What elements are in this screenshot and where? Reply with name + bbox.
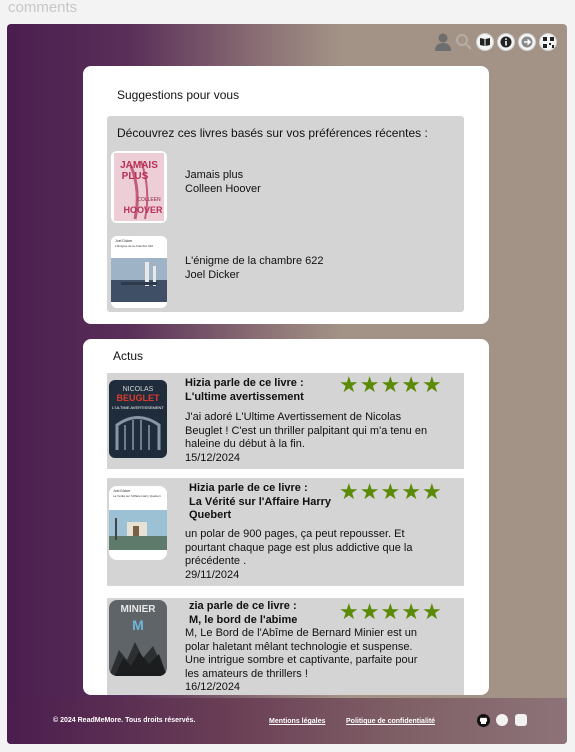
post-text-line: M, Le Bord de l'Abîme de Bernard Minier … [185,627,417,639]
cover-text: L'ULTIME AVERTISSEMENT [112,405,164,410]
star-icon: ★ [380,372,401,397]
cover-text: L'Énigme de la chambre 622 [115,243,153,248]
user-icon[interactable] [434,32,452,52]
star-icon: ★ [339,599,359,624]
post-text-line: pourtant chaque page est plus addictive … [185,541,413,554]
star-icon: ★ [359,599,380,624]
post-heading[interactable]: zia parle de ce livre : M, le bord de l'… [189,600,297,627]
book-title: L'énigme de la chambre 622 [185,255,324,267]
star-icon: ★ [380,599,401,624]
post-heading[interactable]: Hizia parle de ce livre : L'ultime avert… [185,377,304,404]
suggestions-card: Suggestions pour vous Découvrez ces livr… [83,66,489,324]
social-icon[interactable] [515,714,527,726]
post-book-title: Quebert [189,509,232,521]
star-icon: ★ [421,372,442,397]
post-text-line: polar haletant mêlant technologie et sus… [185,640,413,653]
cover-text: M [132,617,144,633]
post-date: 29/11/2024 [185,568,240,581]
legal-link[interactable]: Mentions légales [269,718,325,725]
post-author-line: Hizia parle de ce livre : [189,482,308,494]
cover-text: Joel Dicker [115,239,133,243]
post-book-title: L'ultime avertissement [185,390,304,403]
cover-text: La Vérité sur l'Affaire Harry Quebert [113,494,161,498]
actus-card: Actus NICOLAS BEUGLET L'ULTIME AVERTISSE… [83,339,489,695]
post-body: M, Le Bord de l'Abîme de Bernard Minier … [185,627,417,695]
post-author-line: Hizia parle de ce livre : [185,377,304,389]
post-date: 15/12/2024 [185,451,241,464]
cover-text: HOOVER [123,205,163,215]
star-icon: ★ [401,599,421,624]
post-text-line: Une intrigue sombre et captivante, parfa… [185,654,418,666]
header-icons [434,32,557,52]
book-cover-jamais-plus[interactable]: JAMAIS PLUS COLLEEN HOOVER [111,151,167,223]
rating-stars: ★ ★ ★ ★ ★ [339,372,442,397]
cover-text: MINIER [121,604,157,615]
post-text-line: les amateurs de thrillers ! [185,667,308,680]
cover-text: BEUGLET [116,393,160,403]
book-title: Jamais plus [185,169,244,181]
arrow-right-icon[interactable] [518,33,536,51]
search-icon[interactable] [455,33,473,51]
star-icon: ★ [401,479,421,504]
star-icon: ★ [421,599,442,624]
footer: © 2024 ReadMeMore. Tous droits réservés.… [7,698,567,744]
social-icon[interactable] [496,714,508,726]
rating-stars: ★ ★ ★ ★ ★ [339,479,442,504]
star-icon: ★ [339,372,359,397]
post-date: 16/12/2024 [185,681,241,693]
book-icon[interactable] [476,33,494,51]
star-icon: ★ [339,479,359,504]
post-author-line: zia parle de ce livre : [189,600,297,612]
rating-stars: ★ ★ ★ ★ ★ [339,599,442,624]
book-cover-m-le-bord[interactable]: MINIER M [109,600,167,676]
suggestions-title: Suggestions pour vous [117,88,240,102]
github-icon[interactable] [477,714,490,732]
post-text-line: J'ai adoré L'Ultime Avertissement de Nic… [185,411,402,423]
book-author: Colleen Hoover [185,183,261,195]
cover-text: JAMAIS [120,160,158,171]
book-cover-ultime-avertissement[interactable]: NICOLAS BEUGLET L'ULTIME AVERTISSEMENT [109,380,167,458]
book-info[interactable]: Jamais plus Colleen Hoover [185,168,261,196]
book-cover-harry-quebert[interactable]: Joel Dicker La Vérité sur l'Affaire Harr… [109,486,167,560]
suggestions-panel: Découvrez ces livres basés sur vos préfé… [107,116,464,312]
post-text-line: haleine du début à la fin. [185,438,305,450]
star-icon: ★ [421,479,442,504]
post-item: MINIER M zia parle de ce livre : M, le b… [107,598,464,695]
post-item: Joel Dicker La Vérité sur l'Affaire Harr… [107,478,464,586]
book-cover-enigme-622[interactable]: Joel Dicker L'Énigme de la chambre 622 [111,236,167,308]
star-icon: ★ [359,372,380,397]
cover-text: PLUS [122,171,149,182]
page-comment-label: comments [8,0,78,16]
star-icon: ★ [359,479,380,504]
privacy-link[interactable]: Politique de confidentialité [346,718,435,725]
qr-code-icon[interactable] [539,33,557,51]
footer-copyright: © 2024 ReadMeMore. Tous droits réservés. [53,717,196,724]
post-heading[interactable]: Hizia parle de ce livre : La Vérité sur … [189,482,331,523]
post-text-line: précédente . [185,555,247,567]
cover-text: Joel Dicker [113,489,131,493]
post-text-line: Beuglet ! C'est un thriller palpitant qu… [185,424,428,437]
actus-title: Actus [113,349,144,363]
suggestions-subtitle: Découvrez ces livres basés sur vos préfé… [117,126,428,140]
post-book-title: M, le bord de l'abime [189,613,298,626]
cover-text: NICOLAS [123,386,154,393]
post-text-line: un polar de 900 pages, ça peut repousser… [185,528,405,540]
post-body: J'ai adoré L'Ultime Avertissement de Nic… [185,411,427,465]
star-icon: ★ [401,372,421,397]
star-icon: ★ [380,479,401,504]
info-icon[interactable] [497,33,515,51]
cover-text: COLLEEN [137,197,161,203]
post-body: un polar de 900 pages, ça peut repousser… [185,528,413,582]
post-item: NICOLAS BEUGLET L'ULTIME AVERTISSEMENT H… [107,373,464,469]
book-author: Joel Dicker [185,269,240,281]
book-info[interactable]: L'énigme de la chambre 622 Joel Dicker [185,254,323,282]
post-book-title: La Vérité sur l'Affaire Harry [189,495,332,508]
app-window: Suggestions pour vous Découvrez ces livr… [7,24,567,744]
